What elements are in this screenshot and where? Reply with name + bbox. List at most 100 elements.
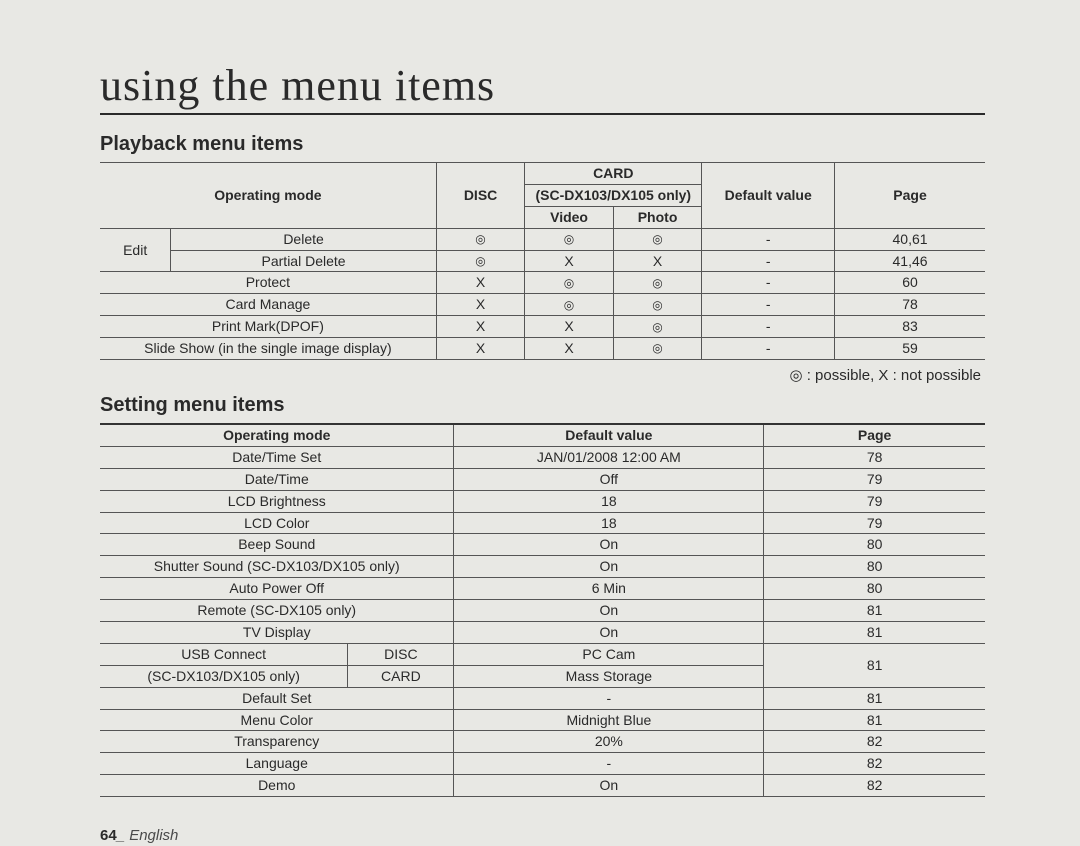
edit-label: Edit xyxy=(100,228,171,272)
cell-def: - xyxy=(702,250,835,272)
table-row: Date/Time SetJAN/01/2008 12:00 AM78 xyxy=(100,446,985,468)
cell-mode: Date/Time Set xyxy=(100,446,454,468)
table-row: Card Manage X ◎ ◎ - 78 xyxy=(100,294,985,316)
cell-def: - xyxy=(454,753,764,775)
cell-video: X xyxy=(525,338,614,360)
cell-def: - xyxy=(702,272,835,294)
cell-photo: ◎ xyxy=(613,294,702,316)
cell-photo: X xyxy=(613,250,702,272)
cell-mode: Menu Color xyxy=(100,709,454,731)
header-operating-mode: Operating mode xyxy=(100,424,454,446)
cell-page: 82 xyxy=(764,775,985,797)
cell-page: 83 xyxy=(835,316,985,338)
cell-mode: Default Set xyxy=(100,687,454,709)
footer-sep: _ xyxy=(117,827,130,844)
cell-page: 81 xyxy=(764,687,985,709)
cell-mode: Language xyxy=(100,753,454,775)
table-row: Language-82 xyxy=(100,753,985,775)
usb-page: 81 xyxy=(764,643,985,687)
cell-disc: X xyxy=(436,272,525,294)
cell-disc: X xyxy=(436,338,525,360)
footer: 64_ English xyxy=(100,827,985,844)
table-row: DemoOn82 xyxy=(100,775,985,797)
header-page: Page xyxy=(835,163,985,229)
cell-mode: Date/Time xyxy=(100,468,454,490)
cell-disc: X xyxy=(436,316,525,338)
cell-def: On xyxy=(454,534,764,556)
table-row: Auto Power Off6 Min80 xyxy=(100,578,985,600)
header-page: Page xyxy=(764,424,985,446)
cell-page: 80 xyxy=(764,556,985,578)
cell-def: 18 xyxy=(454,490,764,512)
table-row: Shutter Sound (SC-DX103/DX105 only)On80 xyxy=(100,556,985,578)
legend: ◎ : possible, X : not possible xyxy=(100,366,981,384)
cell-video: ◎ xyxy=(525,228,614,250)
usb-disc-label: DISC xyxy=(348,643,454,665)
cell-page: 81 xyxy=(764,709,985,731)
header-default: Default value xyxy=(454,424,764,446)
cell-def: On xyxy=(454,600,764,622)
usb-label2: (SC-DX103/DX105 only) xyxy=(100,665,348,687)
setting-heading: Setting menu items xyxy=(100,394,985,417)
cell-def: 20% xyxy=(454,731,764,753)
cell-mode: Protect xyxy=(100,272,436,294)
cell-mode: Demo xyxy=(100,775,454,797)
table-row: Menu ColorMidnight Blue81 xyxy=(100,709,985,731)
cell-video: X xyxy=(525,250,614,272)
cell-def: Off xyxy=(454,468,764,490)
cell-video: X xyxy=(525,316,614,338)
cell-def: - xyxy=(702,294,835,316)
cell-def: - xyxy=(702,316,835,338)
usb-card-label: CARD xyxy=(348,665,454,687)
cell-page: 41,46 xyxy=(835,250,985,272)
header-operating-mode: Operating mode xyxy=(100,163,436,229)
cell-page: 59 xyxy=(835,338,985,360)
table-row: Protect X ◎ ◎ - 60 xyxy=(100,272,985,294)
cell-photo: ◎ xyxy=(613,316,702,338)
table-row: Beep SoundOn80 xyxy=(100,534,985,556)
cell-page: 81 xyxy=(764,600,985,622)
cell-mode: Shutter Sound (SC-DX103/DX105 only) xyxy=(100,556,454,578)
cell-page: 79 xyxy=(764,490,985,512)
cell-mode: LCD Brightness xyxy=(100,490,454,512)
cell-page: 79 xyxy=(764,468,985,490)
cell-def: 6 Min xyxy=(454,578,764,600)
table-row: USB Connect DISC PC Cam 81 xyxy=(100,643,985,665)
page-title: using the menu items xyxy=(100,60,985,115)
cell-def: On xyxy=(454,775,764,797)
cell-video: ◎ xyxy=(525,294,614,316)
cell-page: 82 xyxy=(764,731,985,753)
cell-photo: ◎ xyxy=(613,338,702,360)
cell-def: Midnight Blue xyxy=(454,709,764,731)
cell-mode: LCD Color xyxy=(100,512,454,534)
usb-card-val: Mass Storage xyxy=(454,665,764,687)
header-video: Video xyxy=(525,206,614,228)
header-photo: Photo xyxy=(613,206,702,228)
cell-page: 78 xyxy=(764,446,985,468)
table-row: Transparency20%82 xyxy=(100,731,985,753)
cell-def: On xyxy=(454,556,764,578)
cell-disc: ◎ xyxy=(436,228,525,250)
cell-photo: ◎ xyxy=(613,272,702,294)
table-row: Remote (SC-DX105 only)On81 xyxy=(100,600,985,622)
cell-mode: Partial Delete xyxy=(171,250,437,272)
cell-page: 82 xyxy=(764,753,985,775)
table-row: Print Mark(DPOF) X X ◎ - 83 xyxy=(100,316,985,338)
cell-page: 79 xyxy=(764,512,985,534)
table-row: LCD Color1879 xyxy=(100,512,985,534)
cell-def: - xyxy=(702,338,835,360)
cell-def: - xyxy=(454,687,764,709)
header-default: Default value xyxy=(702,163,835,229)
cell-def: JAN/01/2008 12:00 AM xyxy=(454,446,764,468)
cell-def: On xyxy=(454,622,764,644)
cell-mode: Slide Show (in the single image display) xyxy=(100,338,436,360)
cell-page: 78 xyxy=(835,294,985,316)
cell-disc: X xyxy=(436,294,525,316)
cell-page: 81 xyxy=(764,622,985,644)
cell-def: 18 xyxy=(454,512,764,534)
table-row: Slide Show (in the single image display)… xyxy=(100,338,985,360)
cell-mode: Beep Sound xyxy=(100,534,454,556)
cell-page: 80 xyxy=(764,578,985,600)
table-row: Date/TimeOff79 xyxy=(100,468,985,490)
cell-mode: Transparency xyxy=(100,731,454,753)
